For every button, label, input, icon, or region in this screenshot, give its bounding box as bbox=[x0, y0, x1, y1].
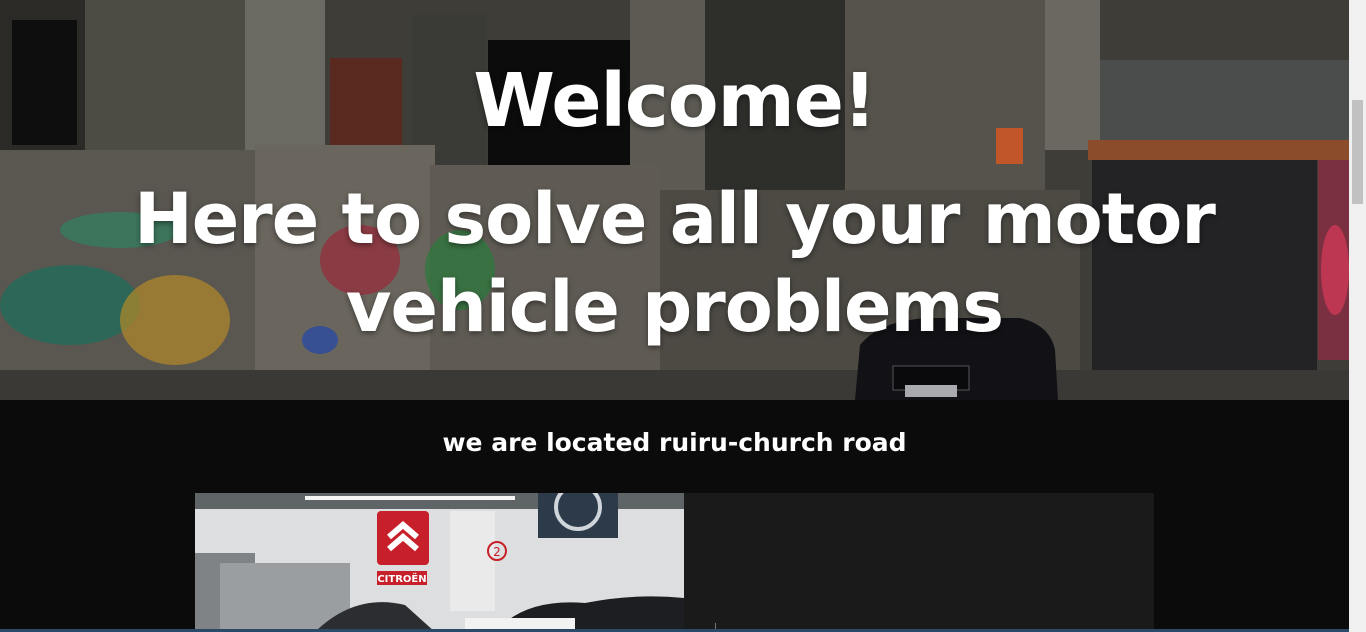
garage-card: CITROËN 2 bbox=[195, 493, 1154, 632]
garage-photo-image: CITROËN 2 bbox=[195, 493, 684, 632]
vertical-scrollbar[interactable] bbox=[1349, 0, 1366, 632]
bay-number: 2 bbox=[493, 545, 501, 559]
page: Welcome! Here to solve all your motor ve… bbox=[0, 0, 1349, 632]
location-heading: we are located ruiru-church road bbox=[442, 428, 907, 457]
welcome-heading: Welcome! bbox=[473, 58, 876, 144]
citroen-sign-label: CITROËN bbox=[377, 571, 426, 585]
hero-tagline: Here to solve all your motor vehicle pro… bbox=[134, 178, 1216, 348]
garage-card-body bbox=[684, 493, 1154, 632]
garage-photo: CITROËN 2 bbox=[195, 493, 684, 632]
hero-banner: Welcome! Here to solve all your motor ve… bbox=[0, 0, 1349, 400]
scrollbar-thumb[interactable] bbox=[1352, 100, 1363, 204]
